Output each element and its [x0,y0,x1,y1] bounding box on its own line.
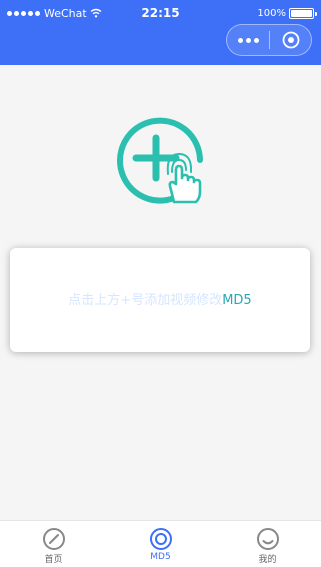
hint-text: 点击上方+号添加视频修改 [68,293,223,308]
tab-md5-label: MD5 [150,552,171,562]
status-bar: WeChat 22:15 100% [7,6,317,20]
md5-target-icon [149,528,172,550]
tab-home[interactable]: 首页 [0,521,107,567]
tab-mine-label: 我的 [258,555,277,565]
hint-md5: MD5 [222,293,252,308]
tab-md5[interactable]: MD5 [107,521,214,567]
compass-icon [42,528,65,550]
top-bar: WeChat 22:15 100% [0,0,321,65]
tab-home-label: 首页 [44,555,63,565]
target-circle-icon [282,31,299,49]
carrier-name: WeChat [44,6,87,20]
tab-mine[interactable]: 我的 [214,521,321,567]
smile-face-icon [256,528,279,550]
battery-icon [289,7,317,19]
signal-strength-icon [7,10,40,16]
battery-status: 100% [257,7,317,19]
tab-bar: 首页 MD5 我的 [0,520,321,567]
more-dots-icon [237,37,243,43]
close-miniprogram-button[interactable] [270,25,311,55]
add-video-hint: 点击上方+号添加视频修改MD5 [30,289,290,308]
add-video-tap-icon [117,117,203,204]
more-button[interactable] [227,25,269,55]
battery-percent: 100% [257,7,286,19]
miniprogram-capsule [226,24,312,56]
add-video-button[interactable] [112,112,208,208]
wifi-icon [90,8,102,18]
